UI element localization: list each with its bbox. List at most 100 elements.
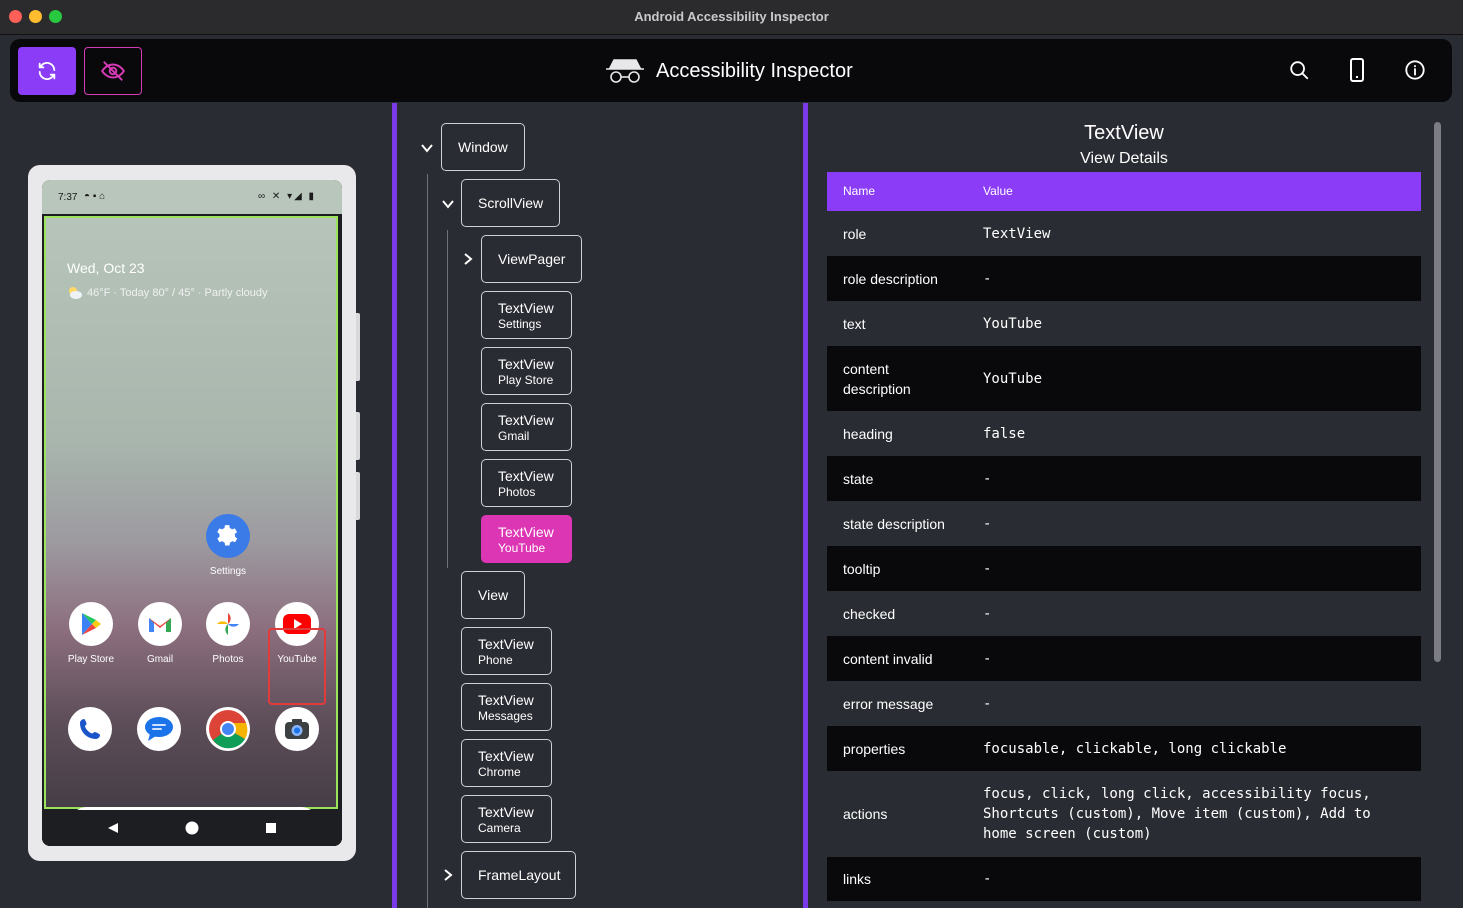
- details-table-header: Name Value: [827, 172, 1421, 211]
- table-row: content invalid -: [827, 636, 1421, 681]
- table-row: tooltip -: [827, 546, 1421, 591]
- tree-node-view[interactable]: View: [461, 571, 525, 619]
- search-icon: [1290, 61, 1309, 80]
- pane-divider-left[interactable]: [392, 103, 397, 908]
- settings-app-icon: [206, 514, 250, 558]
- table-row: heading false: [843, 425, 1026, 442]
- phone-side-button: [356, 313, 360, 381]
- details-scrollbar[interactable]: [1434, 122, 1441, 662]
- table-row: role description -: [827, 256, 1421, 301]
- tree-node-viewpager[interactable]: ViewPager: [481, 235, 582, 283]
- app-header: Accessibility Inspector: [10, 39, 1452, 102]
- play-store-app-icon: [69, 602, 113, 646]
- weather-text: 46°F · Today 80° / 45° · Partly cloudy: [87, 287, 268, 299]
- status-system-icons: ∞ ✕ ▾◢ ▮: [258, 191, 317, 202]
- phone-icon: [1350, 58, 1364, 82]
- chevron-down-icon: [421, 144, 433, 153]
- chevron-down-icon: [442, 200, 454, 209]
- dock-camera[interactable]: [275, 707, 319, 751]
- collapse-window-toggle[interactable]: [420, 141, 434, 155]
- inspector-logo-icon: [606, 59, 644, 83]
- back-icon[interactable]: [107, 822, 119, 834]
- tree-node-textview-gmail[interactable]: TextView Gmail: [481, 403, 572, 451]
- column-header-value: Value: [983, 184, 1013, 198]
- tree-node-textview-messages[interactable]: TextView Messages: [461, 683, 552, 731]
- eye-off-icon: [101, 61, 125, 81]
- app-label: Settings: [209, 566, 247, 577]
- phone-call-icon: [80, 719, 100, 739]
- gear-icon: [217, 525, 238, 546]
- tree-node-textview-youtube[interactable]: TextView YouTube: [481, 515, 572, 563]
- partly-cloudy-icon: [69, 287, 82, 299]
- tree-node-textview-chrome[interactable]: TextView Chrome: [461, 739, 552, 787]
- chrome-icon: [209, 710, 248, 749]
- device-button[interactable]: [1344, 57, 1370, 83]
- phone-status-bar: 7:37 ◓ ▪ ⌂ ∞ ✕ ▾◢ ▮: [42, 180, 342, 214]
- dock-phone[interactable]: [68, 707, 112, 751]
- details-subtitle: View Details: [1080, 150, 1168, 167]
- home-icon[interactable]: [185, 821, 199, 835]
- status-time: 7:37: [58, 192, 78, 203]
- phone-nav-bar: [42, 810, 342, 846]
- status-notification-icons: ◓ ▪ ⌂: [84, 191, 106, 202]
- tree-node-framelayout[interactable]: FrameLayout: [461, 851, 576, 899]
- dock-chrome[interactable]: [206, 707, 250, 751]
- tree-node-textview-settings[interactable]: TextView Settings: [481, 291, 572, 339]
- tree-node-scrollview[interactable]: ScrollView: [461, 179, 560, 227]
- phone-side-button: [356, 472, 360, 520]
- pane-divider-right[interactable]: [803, 103, 808, 908]
- message-bubble-icon: [145, 717, 173, 741]
- app-title: Accessibility Inspector: [656, 59, 853, 82]
- home-date[interactable]: Wed, Oct 23: [67, 260, 145, 276]
- refresh-icon: [38, 62, 56, 80]
- tree-node-textview-camera[interactable]: TextView Camera: [461, 795, 552, 843]
- tree-node-textview-phone[interactable]: TextView Phone: [461, 627, 552, 675]
- table-row: actions focus, click, long click, accessi…: [843, 786, 1371, 842]
- home-screen[interactable]: Wed, Oct 23 46°F · Today 80° / 45° · Par…: [44, 216, 338, 843]
- table-row: role TextView: [843, 225, 1051, 242]
- app-settings[interactable]: Settings: [196, 514, 260, 577]
- dock-messages[interactable]: [137, 707, 181, 751]
- app-label: Photos: [212, 654, 244, 665]
- table-row: links -: [827, 857, 1421, 901]
- tree-node-textview-photos[interactable]: TextView Photos: [481, 459, 572, 507]
- tree-node-textview-play-store[interactable]: TextView Play Store: [481, 347, 572, 395]
- table-row: error message -: [843, 695, 992, 712]
- pinwheel-icon: [217, 613, 239, 635]
- app-photos[interactable]: Photos: [196, 602, 260, 665]
- selected-element-highlight: [268, 628, 326, 705]
- window-title: Android Accessibility Inspector: [634, 9, 829, 24]
- gmail-m-icon: [149, 618, 171, 632]
- home-weather[interactable]: 46°F · Today 80° / 45° · Partly cloudy: [67, 286, 268, 300]
- camera-icon: [285, 719, 309, 739]
- refresh-button[interactable]: [18, 47, 76, 95]
- chevron-right-icon: [444, 869, 453, 881]
- table-row: properties focusable, clickable, long cli…: [827, 726, 1421, 771]
- phone-screen[interactable]: 7:37 ◓ ▪ ⌂ ∞ ✕ ▾◢ ▮ Wed, Oct 23 46°F · T…: [42, 180, 342, 846]
- play-triangle-icon: [82, 613, 101, 635]
- tree-guide-line: [447, 230, 448, 568]
- app-brand: Accessibility Inspector: [604, 53, 853, 89]
- app-play-store[interactable]: Play Store: [59, 602, 123, 665]
- tree-guide-line: [427, 174, 428, 908]
- column-header-name: Name: [843, 184, 876, 198]
- info-button[interactable]: [1402, 57, 1428, 83]
- chevron-right-icon: [464, 253, 473, 265]
- expand-viewpager-toggle[interactable]: [461, 252, 475, 266]
- table-row: state description -: [843, 515, 992, 532]
- window-titlebar: Android Accessibility Inspector: [0, 0, 1463, 35]
- details-title: TextView: [1084, 122, 1164, 144]
- table-row: content description YouTube: [827, 346, 1421, 411]
- tree-node-window[interactable]: Window: [441, 123, 525, 171]
- table-row: checked -: [843, 605, 992, 622]
- collapse-scrollview-toggle[interactable]: [441, 197, 455, 211]
- hide-overlay-button[interactable]: [84, 47, 142, 95]
- phone-side-button: [356, 412, 360, 460]
- recents-icon[interactable]: [265, 822, 277, 834]
- expand-framelayout-toggle[interactable]: [441, 868, 455, 882]
- photos-app-icon: [206, 602, 250, 646]
- app-label: Play Store: [67, 654, 115, 665]
- table-row: state -: [827, 456, 1421, 501]
- app-gmail[interactable]: Gmail: [128, 602, 192, 665]
- search-button[interactable]: [1286, 57, 1312, 83]
